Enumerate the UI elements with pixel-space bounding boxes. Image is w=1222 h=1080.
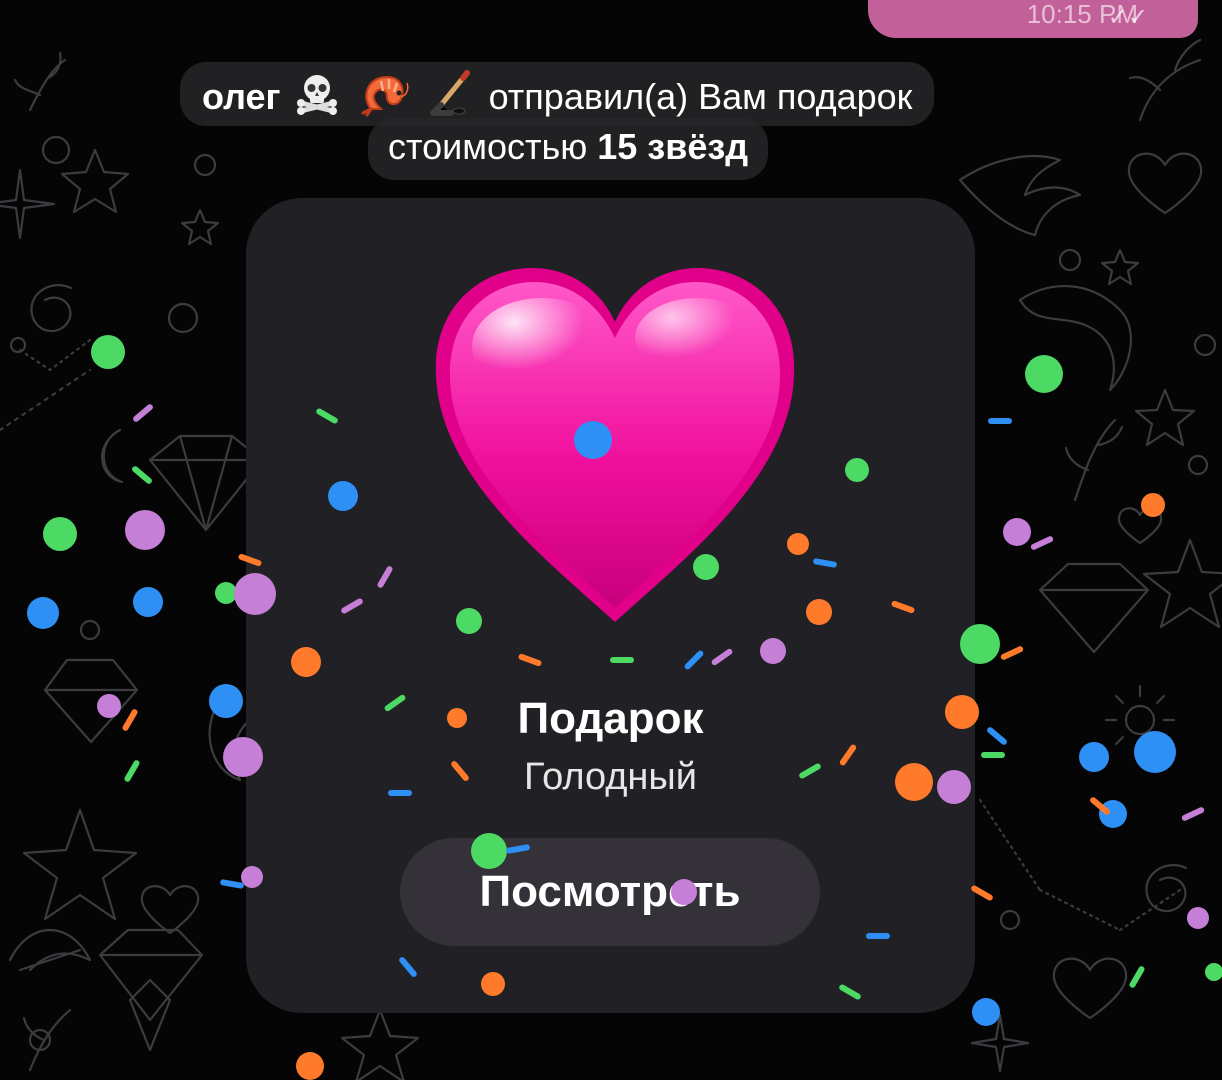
gift-service-message-line1: олег отправил(а) Вам подарок	[180, 62, 935, 128]
gift-name: Голодный	[524, 756, 697, 798]
gift-title: Подарок	[517, 694, 704, 743]
sender-name[interactable]: олег	[202, 76, 281, 117]
gift-service-message-line2: стоимостью 15 звёзд	[368, 118, 769, 180]
previous-message-bubble[interactable]: 10:15 PM ✓✓	[868, 0, 1198, 38]
gift-action-text: отправил(а) Вам подарок	[488, 76, 913, 118]
skull-crossbones-icon	[295, 71, 339, 128]
gift-cost-prefix: стоимостью	[388, 126, 588, 167]
gift-cost-amount: 15 звёзд	[597, 126, 749, 167]
pink-heart-icon	[432, 266, 798, 626]
view-gift-button[interactable]: Посмотреть	[400, 838, 820, 946]
double-check-icon: ✓✓	[1107, 4, 1148, 31]
